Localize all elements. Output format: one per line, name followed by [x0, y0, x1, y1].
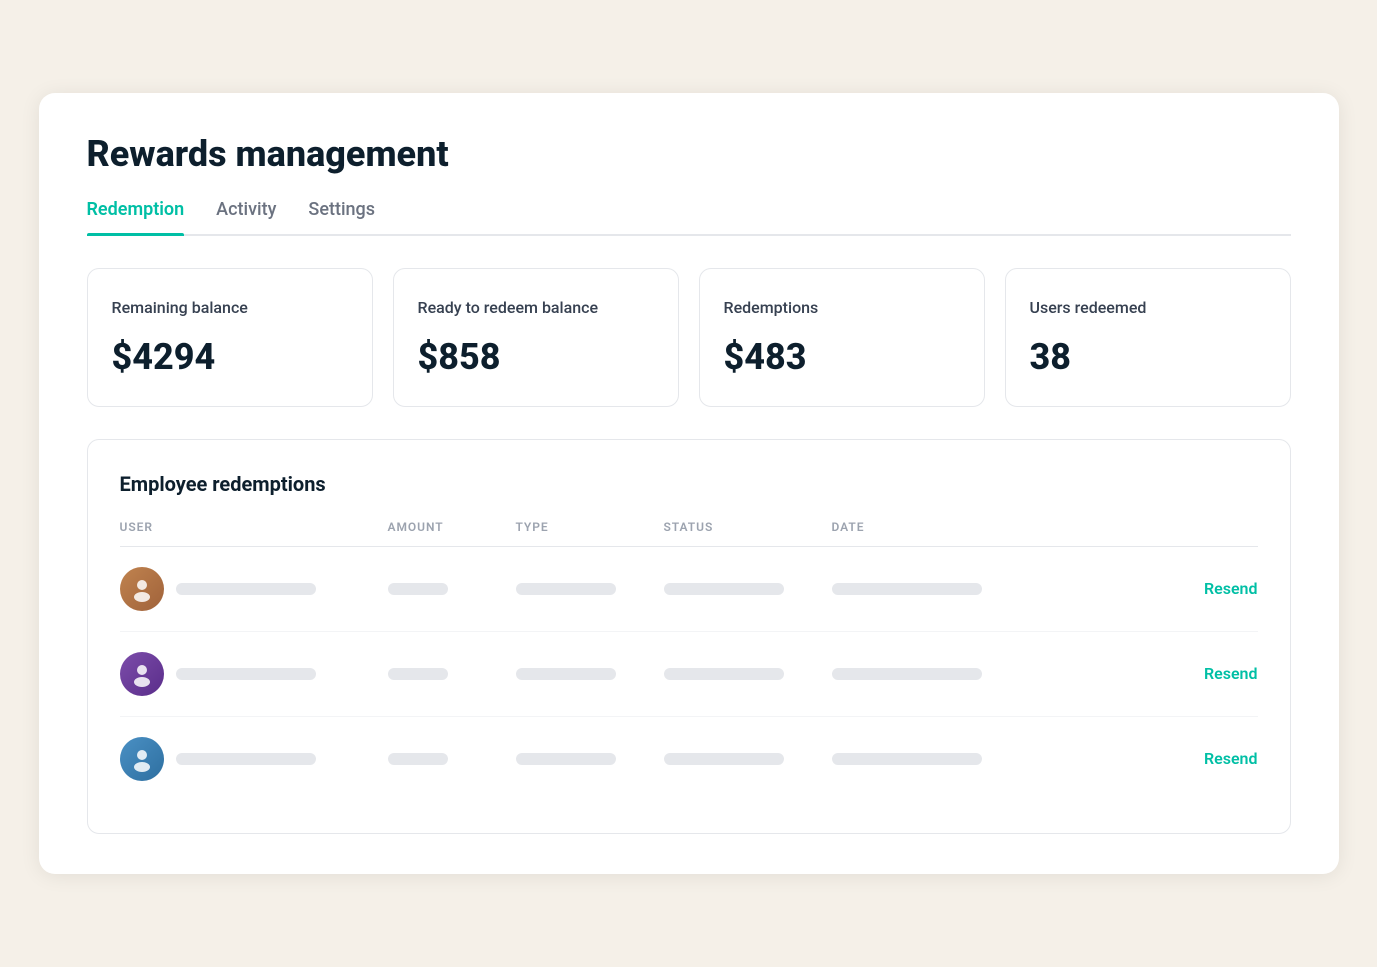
stat-label-redemptions: Redemptions: [724, 297, 960, 319]
table-title: Employee redemptions: [120, 472, 1258, 496]
table-header: USER AMOUNT TYPE STATUS DATE: [120, 520, 1258, 547]
status-cell-3: [664, 753, 824, 765]
resend-button-3[interactable]: Resend: [1020, 749, 1258, 768]
avatar-2: [120, 652, 164, 696]
resend-button-1[interactable]: Resend: [1020, 579, 1258, 598]
stat-card-ready-to-redeem: Ready to redeem balance $858: [393, 268, 679, 406]
type-cell-3: [516, 753, 656, 765]
col-header-action: [1020, 520, 1258, 534]
amount-cell-3: [388, 753, 508, 765]
col-header-type: TYPE: [516, 520, 656, 534]
col-header-amount: AMOUNT: [388, 520, 508, 534]
user-cell-1: [120, 567, 380, 611]
skeleton-name-1: [176, 583, 316, 595]
col-header-status: STATUS: [664, 520, 824, 534]
stat-value-ready-to-redeem: $858: [418, 336, 654, 378]
status-cell-2: [664, 668, 824, 680]
tab-redemption[interactable]: Redemption: [87, 199, 185, 234]
skeleton-name-3: [176, 753, 316, 765]
page-title: Rewards management: [87, 133, 1291, 175]
stat-label-users-redeemed: Users redeemed: [1030, 297, 1266, 319]
table-row: Resend: [120, 547, 1258, 632]
status-cell-1: [664, 583, 824, 595]
type-cell-2: [516, 668, 656, 680]
user-cell-3: [120, 737, 380, 781]
avatar-1: [120, 567, 164, 611]
stat-card-users-redeemed: Users redeemed 38: [1005, 268, 1291, 406]
stat-card-redemptions: Redemptions $483: [699, 268, 985, 406]
amount-cell-2: [388, 668, 508, 680]
skeleton-name-2: [176, 668, 316, 680]
date-cell-2: [832, 668, 1012, 680]
col-header-user: USER: [120, 520, 380, 534]
page-container: Rewards management Redemption Activity S…: [39, 93, 1339, 873]
employee-redemptions-card: Employee redemptions USER AMOUNT TYPE ST…: [87, 439, 1291, 834]
stat-label-ready-to-redeem: Ready to redeem balance: [418, 297, 654, 319]
table-row: Resend: [120, 632, 1258, 717]
stat-value-redemptions: $483: [724, 336, 960, 378]
tab-settings[interactable]: Settings: [308, 199, 375, 234]
resend-button-2[interactable]: Resend: [1020, 664, 1258, 683]
avatar-3: [120, 737, 164, 781]
person-icon-2: [128, 660, 156, 688]
person-icon-1: [128, 575, 156, 603]
date-cell-3: [832, 753, 1012, 765]
person-icon-3: [128, 745, 156, 773]
col-header-date: DATE: [832, 520, 1012, 534]
date-cell-1: [832, 583, 1012, 595]
amount-cell-1: [388, 583, 508, 595]
type-cell-1: [516, 583, 656, 595]
stats-grid: Remaining balance $4294 Ready to redeem …: [87, 268, 1291, 406]
stat-label-remaining-balance: Remaining balance: [112, 297, 348, 319]
user-cell-2: [120, 652, 380, 696]
tabs-nav: Redemption Activity Settings: [87, 199, 1291, 236]
stat-value-remaining-balance: $4294: [112, 336, 348, 378]
table-row: Resend: [120, 717, 1258, 801]
tab-activity[interactable]: Activity: [216, 199, 276, 234]
stat-value-users-redeemed: 38: [1030, 336, 1266, 378]
stat-card-remaining-balance: Remaining balance $4294: [87, 268, 373, 406]
